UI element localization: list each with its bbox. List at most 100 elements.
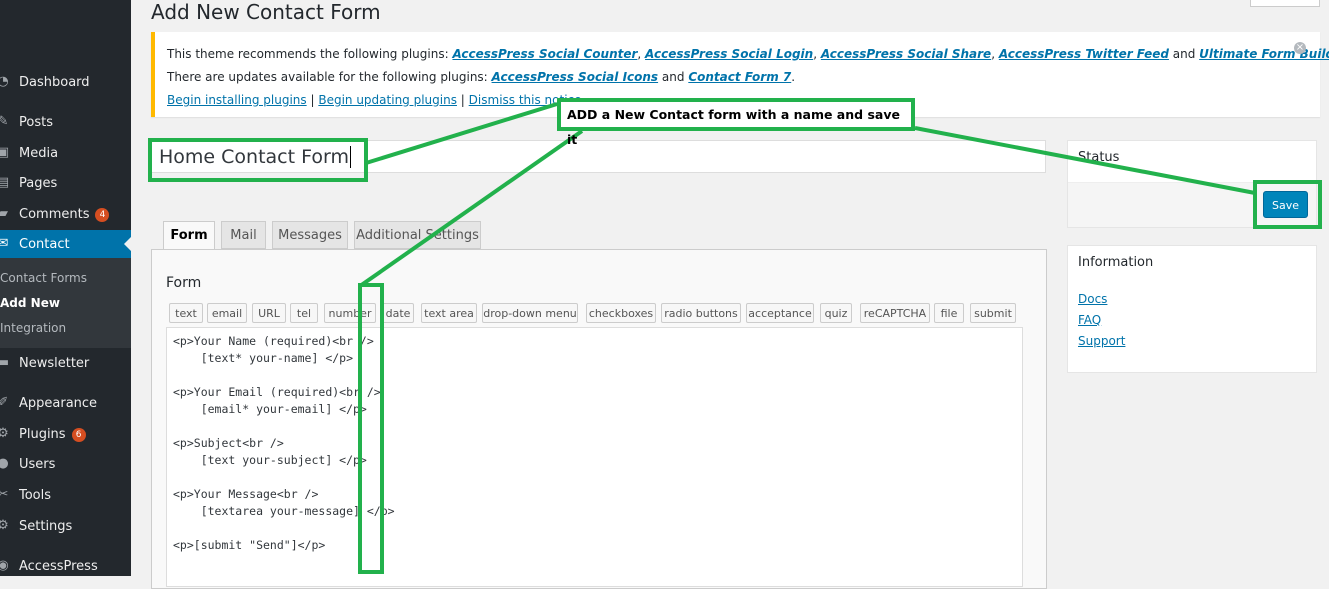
sidebar-item-label: Comments 4 xyxy=(19,207,110,222)
tag-button-recaptcha[interactable]: reCAPTCHA xyxy=(860,303,930,323)
count-badge: 6 xyxy=(71,427,86,442)
support-link[interactable]: Support xyxy=(1078,334,1125,348)
code-line: <p>Your Message<br /> xyxy=(173,487,319,501)
paintbrush-icon: ✐ xyxy=(0,395,9,410)
pipe: | xyxy=(460,93,465,107)
sidebar-item-label: Posts xyxy=(19,114,53,130)
sidebar-item-label: Dashboard xyxy=(19,74,90,90)
sidebar-item-users[interactable]: ● Users xyxy=(0,450,131,478)
submenu-integration[interactable]: Integration xyxy=(0,321,66,335)
tag-button-tel[interactable]: tel xyxy=(290,303,318,323)
notice-recommend-line: This theme recommends the following plug… xyxy=(167,47,1329,61)
page-title: Add New Contact Form xyxy=(151,0,381,24)
annotation-callout: ADD a New Contact form with a name and s… xyxy=(557,98,915,147)
pin-icon: ✎ xyxy=(0,114,9,129)
plugins-icon: ⚙ xyxy=(0,426,9,441)
tag-button-text[interactable]: text xyxy=(169,303,203,323)
tag-button-drop-down-menu[interactable]: drop-down menu xyxy=(482,303,578,323)
submenu-contact-forms[interactable]: Contact Forms xyxy=(0,271,87,285)
tag-button-submit[interactable]: submit xyxy=(970,303,1016,323)
tag-button-date[interactable]: date xyxy=(382,303,414,323)
code-line: [text your-subject] </p> xyxy=(173,453,367,467)
tag-button-quiz[interactable]: quiz xyxy=(820,303,852,323)
sidebar-item-label: Pages xyxy=(19,175,58,191)
notice-update-line: There are updates available for the foll… xyxy=(167,70,795,84)
link-social-login[interactable]: AccessPress Social Login xyxy=(645,47,813,61)
highlight-code xyxy=(358,283,384,574)
highlight-save xyxy=(1253,180,1322,229)
sidebar-item-label: Settings xyxy=(19,518,73,534)
link-twitter-feed[interactable]: AccessPress Twitter Feed xyxy=(999,47,1169,61)
tools-icon: ✂ xyxy=(0,487,9,502)
close-icon[interactable]: × xyxy=(1294,42,1306,54)
period: . xyxy=(791,70,796,84)
tab-additional-settings[interactable]: Additional Settings xyxy=(354,221,481,249)
and-text: and xyxy=(661,70,685,84)
link-social-icons[interactable]: AccessPress Social Icons xyxy=(492,70,659,84)
link-social-counter[interactable]: AccessPress Social Counter xyxy=(452,47,637,61)
link-contact-form-7[interactable]: Contact Form 7 xyxy=(688,70,791,84)
tab-form[interactable]: Form xyxy=(163,221,215,250)
sep: , xyxy=(637,47,646,61)
newsletter-icon: ▬ xyxy=(0,355,10,370)
sidebar-item-appearance[interactable]: ✐ Appearance xyxy=(0,389,131,417)
tag-button-text-area[interactable]: text area xyxy=(421,303,477,323)
count-badge: 4 xyxy=(95,207,110,222)
begin-installing-link[interactable]: Begin installing plugins xyxy=(167,93,307,107)
tag-button-acceptance[interactable]: acceptance xyxy=(746,303,814,323)
code-line: <p>Your Email (required)<br /> xyxy=(173,385,381,399)
pipe: | xyxy=(310,93,315,107)
docs-link[interactable]: Docs xyxy=(1078,292,1107,306)
screen-options-tab[interactable] xyxy=(1250,0,1320,7)
link-form-builder[interactable]: Ultimate Form Builder Lite xyxy=(1199,47,1329,61)
sidebar-item-label: Users xyxy=(19,456,56,472)
sidebar-item-label: Plugins 6 xyxy=(19,427,86,442)
users-icon: ● xyxy=(0,456,9,471)
sidebar-item-label: Contact xyxy=(19,236,70,252)
information-title: Information xyxy=(1078,255,1154,270)
sidebar-item-label: AccessPress xyxy=(19,558,98,574)
sidebar-item-dashboard[interactable]: ◔ Dashboard xyxy=(0,68,131,96)
tag-button-email[interactable]: email xyxy=(207,303,247,323)
pages-icon: ▤ xyxy=(0,175,10,190)
settings-icon: ⚙ xyxy=(0,518,9,533)
tab-messages[interactable]: Messages xyxy=(272,221,348,249)
dashboard-icon: ◔ xyxy=(0,74,9,89)
begin-updating-link[interactable]: Begin updating plugins xyxy=(318,93,457,107)
tag-button-file[interactable]: file xyxy=(934,303,964,323)
media-icon: ▣ xyxy=(0,145,10,160)
submenu-add-new[interactable]: Add New xyxy=(0,296,60,310)
tag-button-url[interactable]: URL xyxy=(252,303,286,323)
and-text: and xyxy=(1172,47,1196,61)
sidebar-item-comments[interactable]: ▰ Comments 4 xyxy=(0,200,131,228)
sidebar-item-newsletter[interactable]: ▬ Newsletter xyxy=(0,349,131,377)
code-line: <p>Your Name (required)<br /> xyxy=(173,334,374,348)
tab-mail[interactable]: Mail xyxy=(221,221,266,249)
sep: , xyxy=(991,47,999,61)
accesspress-icon: ◉ xyxy=(0,558,9,573)
faq-link[interactable]: FAQ xyxy=(1078,313,1101,327)
highlight-title xyxy=(148,138,368,182)
sidebar-item-plugins[interactable]: ⚙ Plugins 6 xyxy=(0,420,131,448)
sidebar-item-label: Newsletter xyxy=(19,355,90,371)
status-title: Status xyxy=(1078,150,1120,165)
tag-button-checkboxes[interactable]: checkboxes xyxy=(586,303,656,323)
sidebar-item-settings[interactable]: ⚙ Settings xyxy=(0,512,131,540)
sidebar-item-pages[interactable]: ▤ Pages xyxy=(0,169,131,197)
sep: , xyxy=(813,47,821,61)
sidebar-item-contact[interactable]: ✉ Contact xyxy=(0,230,131,258)
notice-update-text: There are updates available for the foll… xyxy=(167,70,492,84)
mail-icon: ✉ xyxy=(0,236,9,251)
comments-icon: ▰ xyxy=(0,206,8,221)
code-line: <p>Subject<br /> xyxy=(173,436,284,450)
code-line: <p>[submit "Send"]</p> xyxy=(173,538,326,552)
code-line: [email* your-email] </p> xyxy=(173,402,367,416)
notice-recommend-text: This theme recommends the following plug… xyxy=(167,47,453,61)
contact-submenu: Contact Forms Add New Integration xyxy=(0,258,131,348)
tag-button-radio-buttons[interactable]: radio buttons xyxy=(661,303,741,323)
sidebar-item-media[interactable]: ▣ Media xyxy=(0,139,131,167)
sidebar-item-label: Tools xyxy=(19,487,52,503)
link-social-share[interactable]: AccessPress Social Share xyxy=(821,47,991,61)
sidebar-item-posts[interactable]: ✎ Posts xyxy=(0,108,131,136)
sidebar-item-tools[interactable]: ✂ Tools xyxy=(0,481,131,509)
